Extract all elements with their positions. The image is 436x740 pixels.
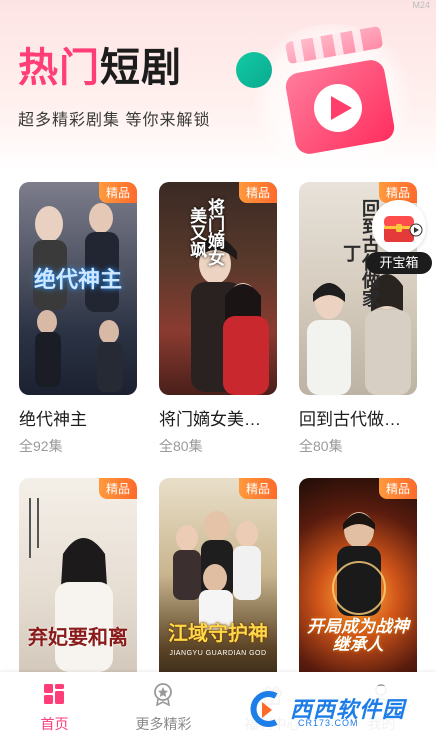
watermark-logo: 西西软件园 CR173.COM	[238, 686, 434, 732]
teal-circle-decoration	[236, 52, 272, 88]
page-title-accent: 热门	[18, 46, 100, 90]
drama-poster[interactable]: 将门嫡女美又飒 精品	[159, 182, 277, 395]
hero-banner: M24 热门短剧 超多精彩剧集 等你来解锁	[0, 0, 436, 172]
page-title: 热门短剧	[18, 42, 182, 94]
poster-title-text: 开局成为战神继承人	[307, 617, 409, 654]
treasure-chest-icon	[384, 216, 423, 242]
poster-title-text: 绝代神主	[33, 267, 122, 292]
treasure-bubble[interactable]	[372, 200, 426, 254]
star-badge-icon	[154, 683, 172, 706]
tab-more-label: 更多精彩	[135, 716, 192, 732]
drama-poster[interactable]: 江域守护神 JIANGYU GUARDIAN GOD 精品	[159, 478, 277, 691]
episode-count: 全80集	[299, 438, 343, 454]
drama-title[interactable]: 将门嫡女美…	[159, 405, 277, 430]
drama-poster[interactable]: 绝代神主 精品	[19, 182, 137, 395]
watermark-emblem-icon	[250, 691, 278, 727]
poster-title-text: 弃妃要和离	[28, 627, 128, 649]
premium-tag: 精品	[238, 478, 277, 499]
app-screen: M24 热门短剧 超多精彩剧集 等你来解锁 绝代神主 精品 绝代神主 全92集 …	[0, 0, 436, 740]
episode-count: 全80集	[159, 438, 203, 454]
watermark-domain: CR173.COM	[298, 718, 359, 728]
video-play-illustration-icon	[285, 26, 395, 154]
tab-home[interactable]: 首页	[0, 672, 109, 740]
episode-count: 全92集	[19, 438, 63, 454]
poster-title-text: 江域守护神	[168, 623, 268, 645]
drama-title[interactable]: 绝代神主	[19, 405, 137, 430]
premium-tag: 精品	[238, 182, 277, 203]
drama-poster[interactable]: 开局成为战神继承人 精品	[299, 478, 417, 691]
treasure-label[interactable]: 开宝箱	[366, 252, 432, 274]
drama-card[interactable]: 绝代神主 精品 绝代神主 全92集	[19, 182, 137, 456]
premium-tag: 精品	[378, 478, 417, 499]
drama-title[interactable]: 回到古代做…	[299, 405, 417, 430]
drama-card[interactable]: 将门嫡女美又飒 精品 将门嫡女美… 全80集	[159, 182, 277, 456]
tab-home-label: 首页	[40, 716, 69, 732]
page-title-rest: 短剧	[100, 46, 182, 90]
drama-poster[interactable]: 弃妃要和离 精品	[19, 478, 137, 691]
premium-tag: 精品	[98, 478, 137, 499]
premium-tag: 精品	[98, 182, 137, 203]
status-corner-text: M24	[412, 0, 430, 10]
treasure-chest-button[interactable]: 开宝箱	[366, 200, 432, 274]
poster-subtitle-text: JIANGYU GUARDIAN GOD	[169, 650, 267, 657]
poster-title-text: 将门嫡女美又飒	[187, 198, 224, 266]
page-subtitle: 超多精彩剧集 等你来解锁	[18, 112, 211, 129]
home-grid-icon	[44, 684, 64, 704]
tab-more[interactable]: 更多精彩	[109, 672, 218, 740]
